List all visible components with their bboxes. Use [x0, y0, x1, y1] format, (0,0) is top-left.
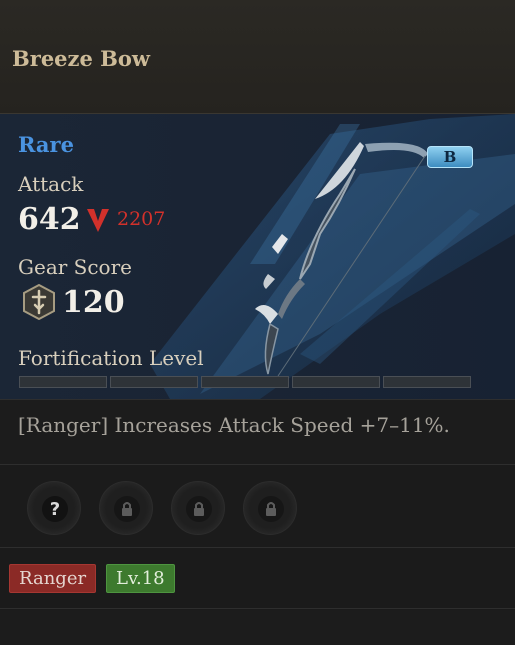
socket-row: ? [0, 466, 515, 548]
fortification-segment [201, 376, 289, 388]
fortification-label: Fortification Level [18, 346, 204, 370]
gear-score-value: 120 [62, 285, 125, 320]
gear-score-label: Gear Score [18, 255, 132, 279]
fortification-bar [19, 376, 471, 388]
question-icon: ? [42, 496, 68, 522]
tooltip-footer [0, 610, 515, 645]
tooltip-header: Breeze Bow [0, 0, 515, 114]
item-name: Breeze Bow [12, 46, 150, 71]
socket-slot-4[interactable] [243, 481, 297, 535]
lock-icon [258, 496, 284, 522]
item-description: [Ranger] Increases Attack Speed +7–11%. [0, 399, 515, 465]
fortification-segment [19, 376, 107, 388]
fortification-segment [110, 376, 198, 388]
socket-slot-1[interactable]: ? [27, 481, 81, 535]
item-rarity: Rare [18, 132, 74, 157]
level-tag: Lv.18 [106, 564, 175, 593]
attack-label: Attack [18, 172, 84, 196]
svg-text:?: ? [50, 499, 60, 520]
socket-slot-3[interactable] [171, 481, 225, 535]
socket-slot-2[interactable] [99, 481, 153, 535]
gear-score-icon [23, 284, 55, 320]
grade-badge: B [427, 146, 473, 168]
requirement-tags: Ranger Lv.18 [0, 549, 515, 609]
fortification-segment [383, 376, 471, 388]
item-stats-panel: Rare Attack 642 2207 Gear Score 120 Fort… [0, 114, 515, 399]
class-tag: Ranger [9, 564, 97, 593]
description-text: [Ranger] Increases Attack Speed +7–11%. [18, 413, 450, 437]
lock-icon [114, 496, 140, 522]
fortification-segment [292, 376, 380, 388]
lock-icon [186, 496, 212, 522]
item-tooltip: Breeze Bow Rare Attack 642 2207 Gear Sco… [0, 0, 515, 645]
attack-value: 642 [18, 202, 81, 237]
attack-compare-value: 2207 [117, 208, 166, 230]
stat-down-icon [87, 209, 109, 232]
